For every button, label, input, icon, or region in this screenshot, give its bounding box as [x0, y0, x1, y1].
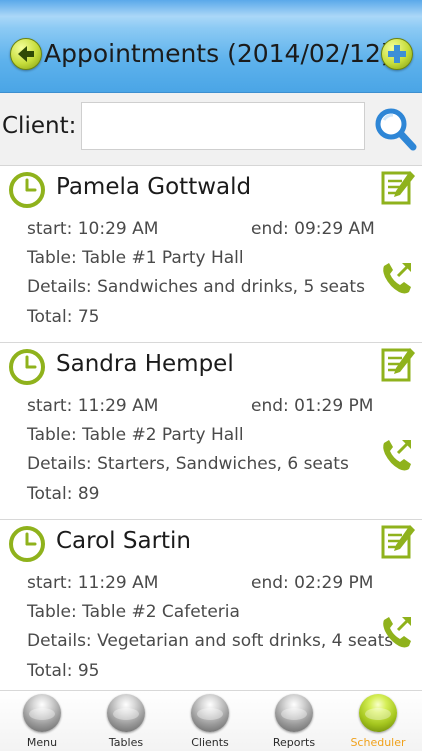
client-search-bar: Client: — [0, 93, 422, 166]
client-name: Sandra Hempel — [56, 351, 234, 377]
appointment-card[interactable]: Pamela Gottwald start: 10:29 AM end: 09:… — [0, 166, 422, 343]
tab-label: Scheduler — [350, 736, 406, 749]
appointment-total: Total: 95 — [27, 661, 100, 681]
appointment-table: Table: Table #1 Party Hall — [27, 248, 244, 268]
reports-tab-icon — [275, 694, 313, 732]
appointment-details: Details: Vegetarian and soft drinks, 4 s… — [27, 631, 394, 651]
tab-clients[interactable]: Clients — [168, 691, 252, 751]
tab-label: Reports — [272, 736, 316, 749]
client-search-input[interactable] — [81, 102, 365, 150]
appointment-details: Details: Sandwiches and drinks, 5 seats — [27, 277, 365, 297]
phone-call-icon[interactable] — [380, 614, 414, 650]
add-appointment-button[interactable] — [381, 38, 413, 70]
search-icon — [375, 108, 417, 151]
appointment-total: Total: 75 — [27, 307, 100, 327]
tab-label: Clients — [191, 736, 229, 749]
app-header: Appointments (2014/02/12) — [0, 0, 422, 93]
clock-icon — [9, 172, 45, 208]
tab-menu[interactable]: Menu — [0, 691, 84, 751]
tab-label: Menu — [26, 736, 58, 749]
edit-note-icon[interactable] — [380, 345, 416, 383]
clock-icon — [9, 526, 45, 562]
edit-note-icon[interactable] — [380, 522, 416, 560]
appointment-details: Details: Starters, Sandwiches, 6 seats — [27, 454, 349, 474]
status-strip — [0, 0, 422, 16]
tab-label: Tables — [108, 736, 144, 749]
arrow-left-icon — [18, 46, 34, 62]
client-name: Pamela Gottwald — [56, 174, 252, 200]
appointment-table: Table: Table #2 Party Hall — [27, 425, 244, 445]
appointment-card[interactable]: Sandra Hempel start: 11:29 AM end: 01:29… — [0, 343, 422, 520]
page-title: Appointments (2014/02/12) — [44, 39, 391, 68]
tab-reports[interactable]: Reports — [252, 691, 336, 751]
previous-day-button[interactable] — [10, 38, 42, 70]
client-label: Client: — [2, 113, 77, 139]
appointment-start: start: 10:29 AM — [27, 219, 159, 239]
appointment-end: end: 02:29 PM — [251, 573, 374, 593]
plus-icon — [388, 45, 406, 63]
appointment-card[interactable]: Carol Sartin start: 11:29 AM end: 02:29 … — [0, 520, 422, 690]
clock-icon — [9, 349, 45, 385]
clients-tab-icon — [191, 694, 229, 732]
bottom-tab-bar: Menu Tables Clients Reports Scheduler — [0, 690, 422, 751]
tables-tab-icon — [107, 694, 145, 732]
appointment-start: start: 11:29 AM — [27, 396, 159, 416]
phone-call-icon[interactable] — [380, 437, 414, 473]
edit-note-icon[interactable] — [380, 168, 416, 206]
appointment-total: Total: 89 — [27, 484, 100, 504]
appointment-end: end: 09:29 AM — [251, 219, 375, 239]
appointment-start: start: 11:29 AM — [27, 573, 159, 593]
phone-call-icon[interactable] — [380, 260, 414, 296]
menu-tab-icon — [23, 694, 61, 732]
appointment-end: end: 01:29 PM — [251, 396, 374, 416]
tab-tables[interactable]: Tables — [84, 691, 168, 751]
client-name: Carol Sartin — [56, 528, 192, 554]
search-button[interactable] — [372, 106, 418, 152]
appointment-table: Table: Table #2 Cafeteria — [27, 602, 240, 622]
tab-scheduler[interactable]: Scheduler — [336, 691, 420, 751]
scheduler-tab-icon — [359, 694, 397, 732]
